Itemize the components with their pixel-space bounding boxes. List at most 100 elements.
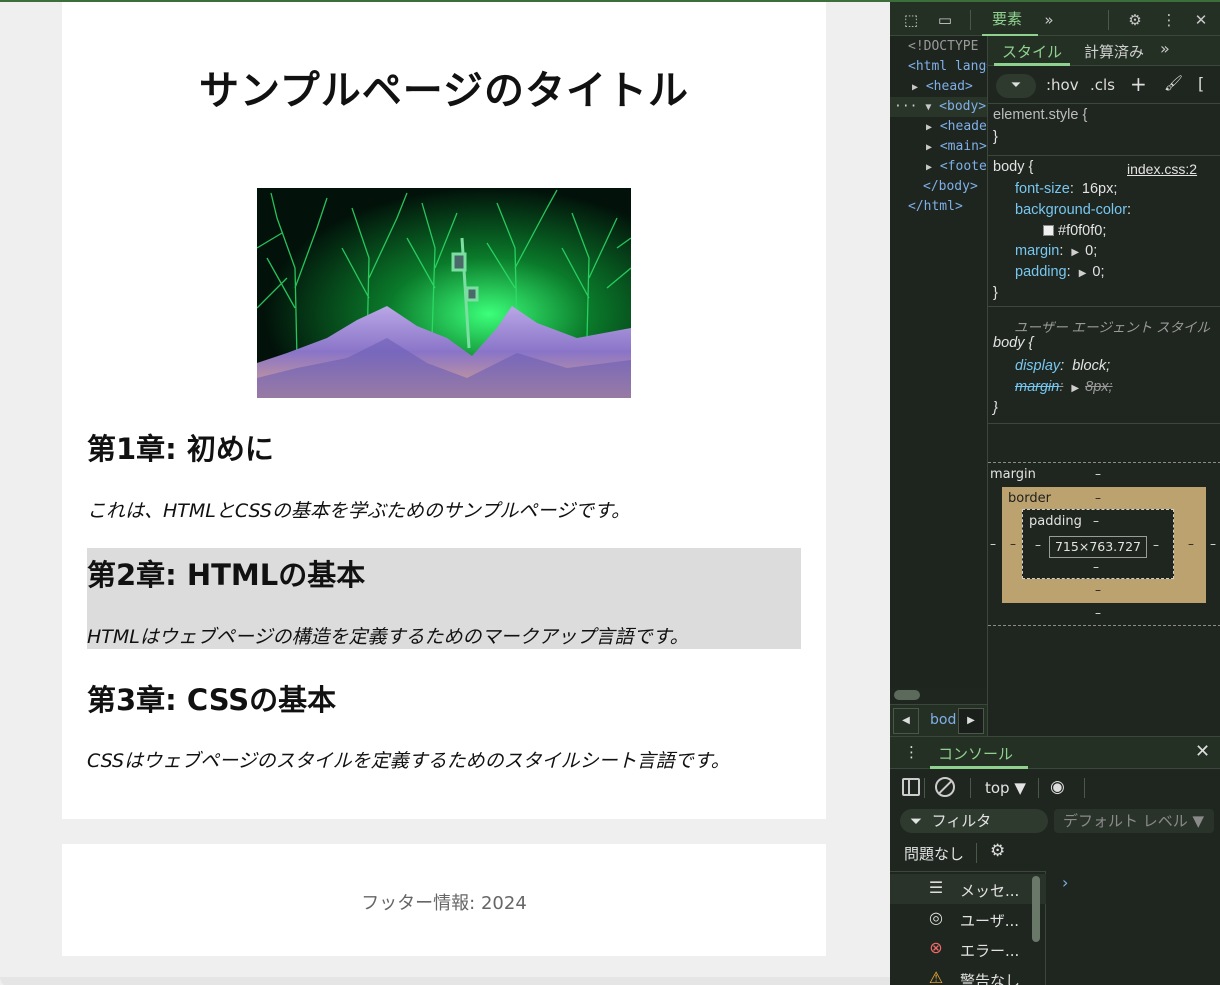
ua-rule-selector[interactable]: body {	[993, 335, 1033, 351]
drawer-menu-icon[interactable]: ⋮	[904, 743, 919, 761]
dom-node-body[interactable]: ··· ▼ <body> =	[894, 99, 987, 114]
close-drawer-icon[interactable]: ✕	[1195, 741, 1210, 762]
element-style-rule: element.style { }	[988, 105, 1220, 156]
console-filter-warnings[interactable]: ⚠ 警告なし	[890, 964, 1046, 985]
prop-name: font-size	[1015, 181, 1070, 197]
box-model-content-size[interactable]: 715×763.727	[1049, 536, 1147, 558]
expand-triangle-icon[interactable]: ▶	[912, 82, 918, 93]
box-model-margin-left[interactable]: –	[990, 537, 996, 551]
inspect-element-icon[interactable]: ⬚	[900, 9, 922, 31]
new-rule-plus-icon[interactable]: +	[1130, 72, 1147, 96]
box-model-padding-bottom[interactable]: –	[1093, 560, 1099, 574]
tab-styles[interactable]: スタイル	[1002, 41, 1062, 62]
console-header: ⋮ コンソール ✕	[890, 737, 1220, 769]
settings-gear-icon[interactable]: ⚙	[1124, 9, 1146, 31]
element-style-selector[interactable]: element.style {	[993, 107, 1087, 123]
box-model-margin-bottom[interactable]: –	[1095, 606, 1101, 620]
prop-name: display	[1015, 358, 1061, 374]
console-filter-messages[interactable]: ☰ メッセ...	[890, 874, 1046, 904]
body-css-rule: body { index.css:2 font-size: 16px; back…	[988, 157, 1220, 307]
console-prompt[interactable]: ›	[1062, 873, 1068, 892]
styles-pane: スタイル 計算済み » ⏷ :hov .cls + 🖌 [ element.st…	[987, 36, 1220, 736]
ua-prop-margin-overridden[interactable]: margin: ▶ 8px;	[1015, 379, 1113, 395]
expand-triangle-icon[interactable]: ▶	[1079, 268, 1087, 279]
toolbar-separator	[1084, 778, 1085, 798]
toggle-sidebar-icon[interactable]: [	[1198, 74, 1204, 93]
expand-triangle-icon[interactable]: ▶	[926, 142, 932, 153]
expand-triangle-icon[interactable]: ▶	[1071, 247, 1079, 258]
context-selector[interactable]: top ▼	[985, 779, 1026, 797]
color-swatch-icon[interactable]	[1043, 225, 1054, 236]
css-prop-margin[interactable]: margin: ▶ 0;	[1015, 243, 1097, 259]
box-model-margin-label: margin	[990, 467, 1036, 482]
tab-computed[interactable]: 計算済み	[1084, 41, 1144, 62]
console-sidebar-toggle-icon[interactable]	[902, 778, 920, 796]
log-level-dropdown[interactable]: デフォルト レベル ▼	[1054, 809, 1214, 833]
page-footer: フッター情報: 2024	[62, 844, 826, 956]
dom-node-html[interactable]: <html lang=	[908, 59, 987, 74]
tab-elements[interactable]: 要素	[992, 8, 1022, 29]
breadcrumb-scroll-right-icon[interactable]: ▶	[958, 708, 984, 734]
breadcrumb-scroll-left-icon[interactable]: ◀	[893, 708, 919, 734]
collapse-triangle-icon[interactable]: ▼	[925, 102, 931, 113]
issues-count[interactable]: 問題なし	[904, 843, 964, 864]
chapter-3-text: CSSはウェブページのスタイルを定義するためのスタイルシート言語です。	[87, 750, 730, 772]
device-toolbar-icon[interactable]: ▭	[934, 9, 956, 31]
body-rule-selector[interactable]: body {	[993, 159, 1033, 175]
box-model-padding-left[interactable]: –	[1035, 538, 1041, 552]
toolbar-separator	[1038, 778, 1039, 798]
more-tabs-icon[interactable]: »	[1038, 9, 1060, 31]
devtools-panel: ⬚ ▭ 要素 » ⚙ ⋮ ✕ <!DOCTYPE <html lang= ▶ <…	[890, 0, 1220, 985]
ua-prop-display[interactable]: display: block;	[1015, 358, 1110, 374]
tab-console[interactable]: コンソール	[938, 743, 1013, 764]
box-model-padding-top[interactable]: –	[1093, 514, 1099, 528]
dom-node-main[interactable]: ▶ <main>	[926, 139, 987, 154]
dom-node-doctype[interactable]: <!DOCTYPE	[908, 39, 978, 54]
css-prop-font-size[interactable]: font-size: 16px;	[1015, 181, 1117, 197]
console-settings-gear-icon[interactable]: ⚙	[990, 841, 1005, 861]
breadcrumb-item-body[interactable]: bod	[930, 712, 956, 728]
close-devtools-icon[interactable]: ✕	[1190, 9, 1212, 31]
console-sidebar-scrollbar[interactable]	[1032, 876, 1040, 942]
dom-horizontal-scrollbar[interactable]	[894, 690, 920, 700]
box-model-margin-top[interactable]: –	[1095, 467, 1101, 481]
hero-image-graphic	[257, 188, 631, 398]
prop-value: 0;	[1085, 243, 1098, 259]
dom-node-head[interactable]: ▶ <head>	[912, 79, 973, 94]
box-model-border-right[interactable]: –	[1188, 537, 1194, 551]
styles-filter-input[interactable]: ⏷	[996, 74, 1036, 98]
clear-console-icon[interactable]	[935, 777, 955, 797]
console-filter-placeholder: フィルタ	[931, 812, 992, 830]
cls-toggle[interactable]: .cls	[1090, 76, 1115, 94]
css-prop-background-color[interactable]: background-color:	[1015, 202, 1131, 218]
console-sidebar: ☰ メッセ... ◎ ユーザ... ⊗ エラー... ⚠ 警告なし	[890, 871, 1046, 985]
dom-node-footer[interactable]: ▶ <footer	[926, 159, 987, 174]
console-filter-errors[interactable]: ⊗ エラー...	[890, 934, 1046, 964]
tab-console-underline	[930, 766, 1028, 769]
kebab-menu-icon[interactable]: ⋮	[1158, 9, 1180, 31]
dom-ellipsis-badge[interactable]: ···	[894, 99, 917, 114]
paint-brush-icon[interactable]: 🖌	[1164, 74, 1183, 92]
console-filter-input[interactable]: ⏷ フィルタ	[900, 809, 1048, 833]
dom-node-header[interactable]: ▶ <header	[926, 119, 987, 134]
box-model-border-bottom[interactable]: –	[1095, 583, 1101, 597]
expand-triangle-icon[interactable]: ▶	[926, 122, 932, 133]
chapter-3-heading: 第3章: CSSの基本	[87, 683, 337, 717]
css-prop-padding[interactable]: padding: ▶ 0;	[1015, 264, 1105, 280]
console-filter-user[interactable]: ◎ ユーザ...	[890, 904, 1046, 934]
more-style-tabs-icon[interactable]: »	[1160, 39, 1170, 58]
box-model-padding-right[interactable]: –	[1153, 538, 1159, 552]
live-expression-eye-icon[interactable]: ◉	[1050, 777, 1065, 797]
expand-triangle-icon[interactable]: ▶	[1071, 383, 1079, 394]
box-model-border-left[interactable]: –	[1010, 537, 1016, 551]
box-model-margin-right[interactable]: –	[1210, 537, 1216, 551]
hov-toggle[interactable]: :hov	[1046, 76, 1079, 94]
expand-triangle-icon[interactable]: ▶	[926, 162, 932, 173]
css-value-background-color[interactable]: #f0f0f0;	[1043, 223, 1106, 239]
box-model-border-top[interactable]: –	[1095, 491, 1101, 505]
stylesheet-source-link[interactable]: index.css:2	[1127, 161, 1197, 177]
dom-node-html-close[interactable]: </html>	[908, 199, 963, 214]
prop-name: margin	[1015, 243, 1060, 259]
dom-node-body-close[interactable]: </body>	[923, 179, 978, 194]
dom-node-body-label: <body> =	[939, 99, 987, 114]
